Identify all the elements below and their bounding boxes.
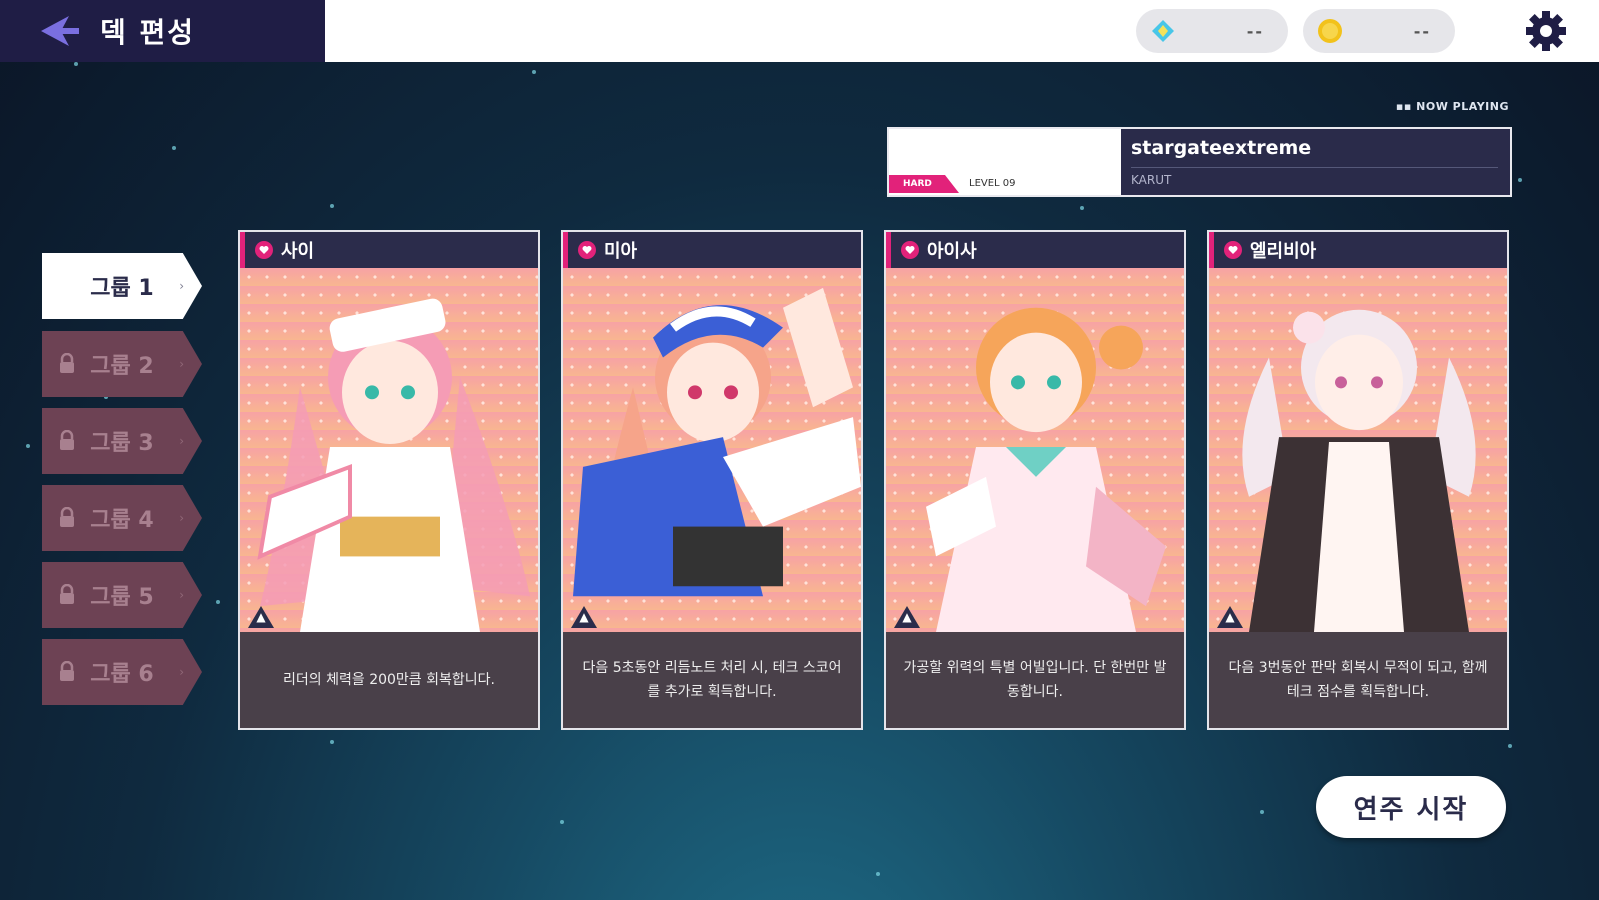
character-card-4[interactable]: 엘리비아 ▲ 다음 3번동안 판막 회복시 무적이 되고, 함께 테크 점수를 … [1207, 230, 1509, 730]
chevron-right-icon: › [179, 279, 184, 293]
card-header: 사이 [240, 232, 538, 268]
back-arrow-icon [41, 16, 79, 46]
character-card-1[interactable]: 사이 ▲ 리더의 체력을 200만큼 회복합니다. [238, 230, 540, 730]
song-jacket-area: HARD LEVEL 09 [889, 129, 1121, 195]
skill-description: 가공할 위력의 특별 어빌입니다. 단 한번만 발동합니다. [886, 632, 1184, 728]
skill-description: 다음 3번동안 판막 회복시 무적이 되고, 함께 테크 점수를 획득합니다. [1209, 632, 1507, 728]
group-tab-2[interactable]: 그룹 2 › [42, 331, 202, 397]
diamond-gem-icon [1150, 18, 1176, 44]
attribute-icon [255, 241, 273, 259]
group-tab-label: 그룹 6 [90, 662, 154, 687]
card-header: 아이사 [886, 232, 1184, 268]
coin-currency[interactable]: -- [1303, 9, 1455, 53]
lock-icon [60, 353, 74, 373]
difficulty-badge: HARD [889, 175, 959, 193]
gem-currency[interactable]: -- [1136, 9, 1288, 53]
group-tab-1[interactable]: 그룹 1 › [42, 253, 202, 319]
lock-icon [60, 507, 74, 527]
attribute-icon [901, 241, 919, 259]
character-name: 아이사 [927, 241, 977, 262]
card-header: 엘리비아 [1209, 232, 1507, 268]
card-header: 미아 [563, 232, 861, 268]
divider [1131, 167, 1498, 168]
skill-description: 리더의 체력을 200만큼 회복합니다. [240, 632, 538, 728]
chevron-right-icon: › [179, 588, 184, 602]
lock-icon [60, 584, 74, 604]
settings-button[interactable] [1523, 8, 1569, 54]
gem-count: -- [1246, 21, 1264, 41]
group-tab-label: 그룹 1 [90, 276, 154, 301]
gold-coin-icon [1317, 18, 1343, 44]
top-bar: 덱 편성 -- -- [0, 0, 1599, 62]
group-tab-label: 그룹 3 [90, 431, 154, 456]
chevron-right-icon: › [179, 511, 184, 525]
character-portrait [563, 268, 861, 632]
attribute-icon [578, 241, 596, 259]
group-tab-label: 그룹 5 [90, 585, 154, 610]
character-name: 사이 [281, 241, 315, 262]
character-portrait [886, 268, 1184, 632]
now-playing-label: ▪▪ NOW PLAYING [1395, 100, 1509, 113]
group-tab-label: 그룹 4 [90, 508, 154, 533]
start-performance-button[interactable]: 연주 시작 [1316, 776, 1506, 838]
lock-icon [60, 661, 74, 681]
back-button[interactable] [30, 0, 90, 62]
character-name: 미아 [604, 241, 638, 262]
song-level: LEVEL 09 [969, 178, 1016, 189]
group-tab-3[interactable]: 그룹 3 › [42, 408, 202, 474]
title-block: 덱 편성 [0, 0, 325, 62]
group-tab-label: 그룹 2 [90, 354, 154, 379]
song-title: stargateextreme [1131, 137, 1312, 159]
skill-description: 다음 5초동안 리듬노트 처리 시, 테크 스코어를 추가로 획득합니다. [563, 632, 861, 728]
group-tab-4[interactable]: 그룹 4 › [42, 485, 202, 551]
group-tab-6[interactable]: 그룹 6 › [42, 639, 202, 705]
gear-icon [1526, 11, 1566, 51]
character-card-2[interactable]: 미아 ▲ 다음 5초동안 리듬노트 처리 시, 테크 스코어를 추가로 획득합니… [561, 230, 863, 730]
character-card-3[interactable]: 아이사 ▲ 가공할 위력의 특별 어빌입니다. 단 한번만 발동합니다. [884, 230, 1186, 730]
song-artist: KARUT [1131, 173, 1172, 187]
lock-icon [60, 430, 74, 450]
chevron-right-icon: › [179, 434, 184, 448]
page-title: 덱 편성 [100, 16, 196, 49]
group-tab-5[interactable]: 그룹 5 › [42, 562, 202, 628]
chevron-right-icon: › [179, 357, 184, 371]
now-playing-panel: HARD LEVEL 09 stargateextreme KARUT [887, 127, 1512, 197]
attribute-icon [1224, 241, 1242, 259]
character-portrait [240, 268, 538, 632]
coin-count: -- [1413, 21, 1431, 41]
chevron-right-icon: › [179, 665, 184, 679]
character-portrait [1209, 268, 1507, 632]
character-name: 엘리비아 [1250, 241, 1317, 262]
